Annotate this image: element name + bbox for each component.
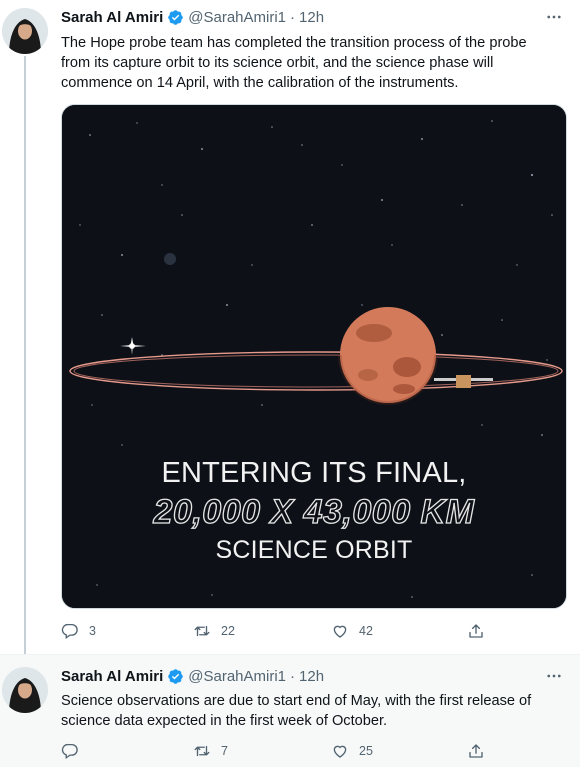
verified-badge-icon — [167, 668, 184, 685]
like-button[interactable]: 42 — [331, 622, 373, 640]
retweet-count: 7 — [221, 744, 228, 758]
more-dots-icon[interactable] — [542, 5, 566, 29]
retweet-count: 22 — [221, 624, 235, 638]
tweet-actions: 7 25 — [61, 742, 491, 762]
share-icon — [469, 624, 483, 638]
separator-dot: · — [290, 667, 296, 685]
reply-button[interactable]: 3 — [61, 622, 96, 640]
like-count: 42 — [359, 624, 373, 638]
retweet-icon — [194, 625, 210, 637]
space-scene — [62, 105, 566, 608]
tweet-header: Sarah Al Amiri @SarahAmiri1 · 12h — [61, 666, 568, 686]
heart-icon — [333, 625, 347, 638]
separator-dot: · — [290, 8, 296, 26]
author-handle[interactable]: @SarahAmiri1 — [188, 668, 286, 685]
retweet-button[interactable]: 22 — [193, 622, 235, 640]
tweet-timestamp[interactable]: 12h — [299, 9, 324, 26]
more-dots-icon[interactable] — [542, 664, 566, 688]
tweet-header: Sarah Al Amiri @SarahAmiri1 · 12h — [61, 7, 568, 27]
reply-icon — [61, 623, 78, 640]
tweet-timestamp[interactable]: 12h — [299, 668, 324, 685]
author-handle[interactable]: @SarahAmiri1 — [188, 9, 286, 26]
share-icon — [469, 744, 483, 758]
reply-icon — [61, 743, 78, 760]
tweet-media[interactable]: ENTERING ITS FINAL, 20,000 X 43,000 KM S… — [61, 104, 567, 609]
media-caption-line1: ENTERING ITS FINAL, — [161, 457, 467, 489]
tweet-second[interactable]: Sarah Al Amiri @SarahAmiri1 · 12h Scienc… — [0, 654, 580, 767]
tweet-text: Science observations are due to start en… — [61, 693, 532, 729]
heart-icon — [333, 745, 347, 758]
author-name[interactable]: Sarah Al Amiri — [61, 668, 163, 685]
retweet-icon — [194, 745, 210, 757]
reply-count: 3 — [89, 624, 96, 638]
share-button[interactable] — [467, 622, 495, 640]
tweet-first[interactable]: Sarah Al Amiri @SarahAmiri1 · 12h The Ho… — [0, 0, 580, 656]
like-count: 25 — [359, 744, 373, 758]
tweet-actions: 3 22 42 — [61, 622, 491, 642]
retweet-button[interactable]: 7 — [193, 742, 228, 760]
like-button[interactable]: 25 — [331, 742, 373, 760]
author-name[interactable]: Sarah Al Amiri — [61, 9, 163, 26]
reply-button[interactable] — [61, 742, 89, 760]
avatar[interactable] — [2, 667, 48, 713]
share-button[interactable] — [467, 742, 495, 760]
avatar[interactable] — [2, 8, 48, 54]
tweet-text: The Hope probe team has completed the tr… — [61, 35, 527, 91]
verified-badge-icon — [167, 9, 184, 26]
thread-connector-line — [24, 56, 26, 656]
media-caption-line2: 20,000 X 43,000 KM — [153, 492, 475, 531]
media-caption-line3: SCIENCE ORBIT — [215, 536, 413, 564]
